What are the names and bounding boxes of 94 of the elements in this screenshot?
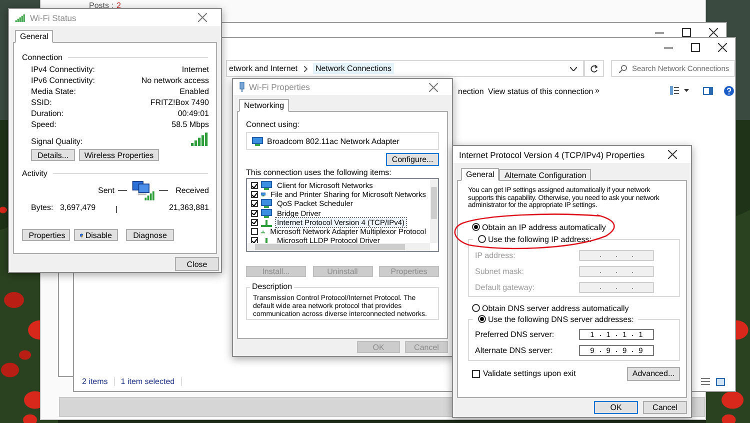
caret-icon[interactable] — [684, 89, 689, 92]
toolbar-link[interactable]: View status of this connection — [488, 87, 594, 96]
field-label: Bytes: — [31, 203, 54, 212]
window-title: Wi-Fi Status — [30, 12, 78, 22]
field-value: FRITZ!Box 7490 — [150, 98, 209, 107]
preview-pane-icon[interactable] — [703, 87, 713, 95]
field-label: IP address: — [475, 251, 516, 260]
details-button[interactable]: Details... — [31, 149, 75, 161]
dropdown-caret-icon[interactable] — [570, 66, 577, 70]
radio-label[interactable]: Use the following IP address: — [488, 234, 592, 244]
checkbox[interactable] — [251, 228, 258, 236]
checkbox[interactable] — [472, 370, 480, 378]
status-text: 2 items — [82, 377, 115, 386]
adapter-name: Broadcom 802.11ac Network Adapter — [267, 136, 400, 146]
window-title: Internet Protocol Version 4 (TCP/IPv4) Properties — [459, 150, 646, 160]
network-client-icon — [261, 208, 272, 218]
sent-label: Sent — [98, 186, 114, 194]
status-text: 1 item selected — [120, 377, 182, 386]
posts-label: Posts : — [89, 1, 114, 10]
breadcrumb-item[interactable]: etwork and Internet — [227, 63, 300, 74]
tab[interactable]: General — [461, 168, 500, 181]
field-value: 00:49:01 — [178, 109, 209, 118]
field-label: IPv6 Connectivity: — [31, 76, 96, 85]
field-label: Speed: — [31, 120, 56, 129]
checkbox-label[interactable]: Validate settings upon exit — [483, 369, 576, 378]
radio-label[interactable]: Obtain an IP address automatically — [482, 222, 606, 232]
configure-button[interactable]: Configure... — [386, 153, 439, 166]
field-label: IPv4 Connectivity: — [31, 65, 96, 74]
tab[interactable]: Alternate Configuration — [499, 169, 592, 181]
action-button[interactable]: Properties — [22, 229, 70, 241]
dialog-button[interactable]: OK — [594, 401, 638, 414]
checkbox[interactable] — [251, 182, 258, 190]
field-value: No network access — [141, 76, 209, 85]
close-icon[interactable] — [708, 28, 718, 36]
field-label: Connect using: — [246, 120, 300, 129]
checkbox[interactable] — [251, 218, 258, 226]
advanced-button[interactable]: Advanced... — [627, 366, 680, 380]
close-icon[interactable] — [668, 150, 676, 159]
signal-icon — [15, 14, 26, 22]
posts-count: 2 — [116, 1, 121, 10]
received-bytes: 21,363,881 — [168, 203, 209, 212]
help-icon[interactable] — [724, 86, 734, 96]
close-dialog-button[interactable]: Close — [175, 257, 219, 271]
large-icons-view-icon[interactable] — [716, 378, 725, 386]
field-value: Enabled — [180, 87, 209, 96]
field-label: Preferred DNS server: — [475, 330, 554, 339]
tab[interactable]: Networking — [239, 99, 290, 112]
group-heading: Description — [252, 282, 292, 291]
address-bar[interactable]: etwork and Internet Network Connections — [226, 60, 584, 77]
checkbox[interactable] — [251, 200, 258, 208]
action-button[interactable]: Disable — [74, 229, 118, 241]
field-value: 58.5 Mbps — [172, 120, 209, 129]
field-label: SSID: — [31, 98, 52, 107]
search-icon — [619, 65, 627, 73]
radio-button[interactable] — [472, 223, 480, 231]
received-label: Received — [176, 186, 209, 194]
network-computers-icon — [131, 178, 156, 202]
view-options-icon[interactable] — [670, 86, 679, 95]
vertical-scrollbar[interactable] — [430, 179, 438, 243]
radio-label[interactable]: Obtain DNS server address automatically — [482, 304, 629, 312]
wireless-properties-button[interactable]: Wireless Properties — [79, 149, 159, 161]
toolbar-link[interactable]: nection — [458, 87, 484, 96]
field-label: Media State: — [31, 87, 76, 96]
sent-bytes: 3,697,479 — [60, 203, 97, 212]
radio-button[interactable] — [472, 304, 480, 312]
radio-label[interactable]: Use the following DNS server addresses: — [488, 314, 634, 324]
section-heading: Connection — [22, 53, 62, 62]
more-commands-button[interactable]: » — [595, 86, 600, 95]
tab[interactable]: General — [15, 30, 54, 43]
signal-strength-icon — [191, 132, 209, 146]
radio-button[interactable] — [478, 315, 486, 323]
field-label: Signal Quality: — [31, 137, 83, 146]
shield-icon — [80, 230, 84, 240]
field-label: Duration: — [31, 109, 64, 118]
field-value: Internet — [182, 65, 209, 74]
close-icon[interactable] — [718, 42, 726, 52]
checkbox[interactable] — [251, 191, 258, 198]
field-label: Subnet mask: — [475, 267, 524, 276]
refresh-icon[interactable] — [590, 64, 598, 72]
radio-button[interactable] — [478, 235, 486, 243]
horizontal-scrollbar[interactable] — [247, 243, 430, 251]
chevron-icon — [304, 66, 308, 72]
details-view-icon[interactable] — [701, 378, 710, 386]
field-label: Default gateway: — [475, 283, 535, 292]
dialog-button[interactable]: Cancel — [643, 401, 687, 414]
checkbox[interactable] — [251, 210, 258, 217]
field-label: This connection uses the following items: — [246, 168, 392, 177]
window-title: Wi-Fi Properties — [249, 82, 311, 92]
breadcrumb-item[interactable]: Network Connections — [313, 63, 394, 74]
field-label: Alternate DNS server: — [475, 346, 553, 355]
section-heading: Activity — [22, 169, 48, 178]
adapter-icon — [239, 82, 245, 92]
action-button[interactable]: Diagnose — [126, 229, 174, 241]
network-adapter-icon — [252, 136, 263, 146]
